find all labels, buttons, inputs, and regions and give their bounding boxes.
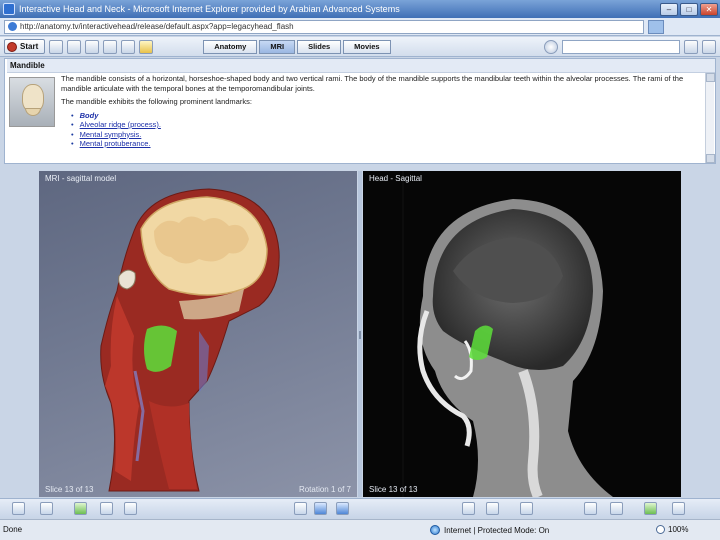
landmark-link[interactable]: Mental protuberance.: [80, 139, 151, 148]
copy-icon[interactable]: [103, 39, 118, 54]
add-icon[interactable]: [644, 502, 657, 515]
page-icon: [8, 22, 17, 31]
zone-text: Internet | Protected Mode: On: [444, 525, 550, 535]
info-icon[interactable]: [486, 502, 499, 515]
slice-counter: Slice 13 of 13: [369, 485, 418, 494]
start-label: Start: [20, 42, 39, 51]
zoom-icon[interactable]: [520, 502, 533, 515]
favorites-star-icon[interactable]: [139, 39, 154, 54]
info-panel: Mandible The mandible consists of a hori…: [4, 58, 716, 164]
tab-anatomy[interactable]: Anatomy: [203, 39, 258, 54]
url-input[interactable]: [20, 22, 620, 31]
viewer-controls: [0, 498, 720, 518]
go-button[interactable]: [648, 19, 664, 34]
rotation-counter: Rotation 1 of 7: [298, 485, 351, 494]
copy-icon[interactable]: [672, 502, 685, 515]
address-bar: [0, 18, 720, 36]
tab-movies[interactable]: Movies: [343, 39, 391, 54]
list-item: Mental protuberance.: [71, 139, 701, 149]
sagittal-model-image: [100, 188, 280, 492]
search-icon[interactable]: [544, 39, 558, 54]
mri-sagittal-image: [402, 171, 613, 500]
window-titlebar: Interactive Head and Neck - Microsoft In…: [0, 0, 720, 18]
list-item: Mental symphysis.: [71, 130, 701, 140]
start-button[interactable]: Start: [4, 39, 46, 54]
search-area: [544, 39, 720, 54]
tab-slides[interactable]: Slides: [297, 39, 342, 54]
tab-mri[interactable]: MRI: [259, 39, 296, 54]
divider-grip[interactable]: [359, 331, 361, 339]
power-icon: [7, 41, 17, 52]
maximize-button[interactable]: □: [680, 2, 698, 16]
landmarks-list: Body Alveolar ridge (process). Mental sy…: [71, 111, 701, 149]
view-tabs: Anatomy MRI Slides Movies: [203, 39, 392, 54]
print-icon[interactable]: [584, 502, 597, 515]
print-icon[interactable]: [12, 502, 25, 515]
layers-icon[interactable]: [124, 502, 137, 515]
status-bar: Done Internet | Protected Mode: On 100%: [0, 519, 720, 540]
settings-icon[interactable]: [702, 39, 716, 54]
zoom-control[interactable]: 100%: [656, 525, 688, 534]
mri-viewer[interactable]: Head - Sagittal Slice 13 of 13: [363, 171, 681, 500]
play-icon[interactable]: [462, 502, 475, 515]
scroll-up-arrow[interactable]: [706, 73, 715, 82]
notes-icon[interactable]: [121, 39, 136, 54]
save-icon[interactable]: [40, 502, 53, 515]
copy-icon[interactable]: [100, 502, 113, 515]
landmark-link[interactable]: Mental symphysis.: [80, 130, 142, 139]
slice-up-icon[interactable]: [294, 502, 307, 515]
app-toolbar: Start Anatomy MRI Slides Movies: [0, 37, 720, 57]
slice-counter: Slice 13 of 13: [45, 485, 94, 494]
skull-thumbnail: [9, 77, 55, 127]
skull-jaw-shape: [25, 108, 41, 116]
list-item: Alveolar ridge (process).: [71, 120, 701, 130]
description-paragraph: The mandible consists of a horizontal, h…: [61, 74, 684, 93]
split-divider[interactable]: [358, 171, 362, 497]
security-zone: Internet | Protected Mode: On: [430, 525, 549, 535]
info-scrollbar[interactable]: [705, 73, 715, 163]
viewer-label: Head - Sagittal: [369, 174, 422, 183]
viewer-label: MRI - sagittal model: [45, 174, 117, 183]
landmark-link[interactable]: Body: [80, 111, 99, 120]
ie-app-icon: [3, 3, 15, 15]
status-text: Done: [3, 525, 23, 534]
minimize-button[interactable]: –: [660, 2, 678, 16]
forward-icon[interactable]: [67, 39, 82, 54]
search-input[interactable]: [562, 39, 680, 54]
close-button[interactable]: ✕: [700, 2, 718, 16]
window-title: Interactive Head and Neck - Microsoft In…: [19, 4, 400, 14]
rotate-icon[interactable]: [336, 502, 349, 515]
back-icon[interactable]: [49, 39, 64, 54]
address-field[interactable]: [4, 19, 644, 34]
zoom-level: 100%: [668, 525, 689, 534]
structure-title: Mandible: [7, 59, 715, 73]
landmark-link[interactable]: Alveolar ridge (process).: [80, 120, 161, 129]
scroll-down-arrow[interactable]: [706, 154, 715, 163]
globe-icon: [430, 525, 440, 535]
description: The mandible consists of a horizontal, h…: [61, 74, 701, 149]
zoom-icon: [656, 525, 665, 534]
save-icon[interactable]: [610, 502, 623, 515]
print-icon[interactable]: [85, 39, 100, 54]
add-icon[interactable]: [74, 502, 87, 515]
model-viewer[interactable]: MRI - sagittal model Slice 13 of 13 Rota…: [39, 171, 357, 497]
list-item: Body: [71, 111, 701, 121]
slice-down-icon[interactable]: [314, 502, 327, 515]
help-icon[interactable]: [684, 39, 698, 54]
landmarks-intro: The mandible exhibits the following prom…: [61, 97, 252, 106]
